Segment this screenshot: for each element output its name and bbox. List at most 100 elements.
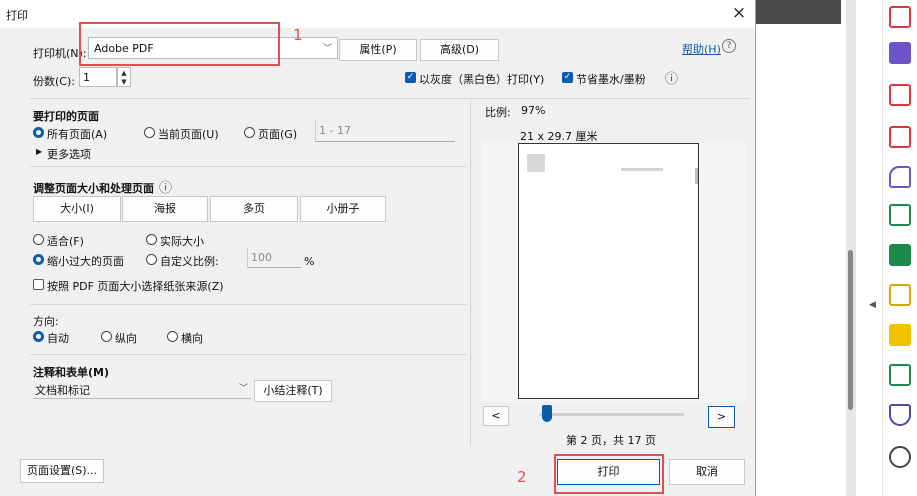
copies-input[interactable]: 1: [79, 67, 117, 87]
protect-icon[interactable]: [889, 404, 911, 426]
actual-size-label: 实际大小: [160, 235, 204, 248]
all-pages-radio[interactable]: [33, 127, 44, 138]
page-range-input[interactable]: 1 - 17: [315, 120, 455, 142]
orientation-auto-label: 自动: [47, 332, 69, 345]
comments-section: 注释和表单(M) 文档和标记 ﹀ 小结注释(T): [30, 360, 467, 410]
copies-stepper[interactable]: ▲ ▼: [117, 67, 131, 87]
tools-sidebar: [882, 0, 917, 496]
app-scroll-thumb[interactable]: [848, 250, 853, 410]
pages-label: 页面(G): [258, 128, 298, 141]
shrink-oversized-radio[interactable]: [33, 254, 44, 265]
stepper-up-icon[interactable]: ▲: [118, 68, 130, 78]
orientation-auto-radio[interactable]: [33, 331, 44, 342]
grayscale-label: 以灰度（黑白色）打印(Y): [419, 73, 545, 86]
tab-poster[interactable]: 海报: [122, 196, 208, 222]
page-range-value: 1 - 17: [319, 124, 351, 137]
annotation-marker-2: 2: [517, 468, 527, 486]
info-icon[interactable]: ⓘ: [665, 68, 678, 87]
size-info-icon[interactable]: ⓘ: [159, 177, 172, 196]
page-status: 第 2 页，共 17 页: [566, 434, 656, 447]
orientation-section: 方向: 自动 纵向 横向: [30, 308, 467, 355]
save-ink-checkbox[interactable]: ✓: [562, 72, 573, 83]
pages-radio[interactable]: [244, 127, 255, 138]
add-pdf-icon[interactable]: [889, 204, 911, 226]
orientation-portrait-label: 纵向: [115, 332, 137, 345]
preview-page: [518, 143, 699, 399]
shrink-oversized-label: 缩小过大的页面: [47, 255, 124, 268]
stepper-down-icon[interactable]: ▼: [118, 78, 130, 87]
comments-select-value: 文档和标记: [35, 384, 90, 397]
orientation-landscape-radio[interactable]: [167, 331, 178, 342]
preview-scale-value: 97%: [521, 104, 546, 117]
send-comments-icon[interactable]: [889, 284, 911, 306]
dialog-title: 打印: [6, 9, 28, 22]
choose-source-label: 按照 PDF 页面大小选择纸张来源(Z): [47, 280, 224, 293]
more-tools-icon[interactable]: [889, 446, 911, 468]
comment-icon[interactable]: [889, 324, 911, 346]
annotation-box-2: [554, 454, 664, 494]
advanced-button[interactable]: 高级(D): [420, 39, 499, 61]
pages-section: 要打印的页面 所有页面(A) 当前页面(U) 页面(G) 1 - 17 ▶ 更多…: [30, 102, 467, 167]
chevron-down-icon: ﹀: [239, 384, 249, 394]
choose-source-checkbox[interactable]: [33, 279, 44, 290]
custom-scale-label: 自定义比例:: [160, 255, 219, 268]
organize-pages-icon[interactable]: [889, 84, 911, 106]
help-icon[interactable]: ?: [722, 39, 736, 53]
edit-pdf-icon[interactable]: [889, 126, 911, 148]
export-pdf-icon[interactable]: [889, 42, 911, 64]
app-background-area: [756, 24, 841, 496]
preview-panel: [482, 142, 746, 402]
expand-triangle-icon[interactable]: ▶: [36, 147, 42, 156]
panel-separator: [470, 100, 471, 445]
current-page-radio[interactable]: [144, 127, 155, 138]
properties-button[interactable]: 属性(P): [339, 39, 417, 61]
preview-scrollbar[interactable]: [695, 168, 698, 184]
copies-value: 1: [83, 71, 90, 84]
orientation-portrait-radio[interactable]: [101, 331, 112, 342]
close-icon[interactable]: ×: [729, 3, 749, 23]
compress-pdf-icon[interactable]: [889, 244, 911, 266]
actual-size-radio[interactable]: [146, 234, 157, 245]
comments-select[interactable]: 文档和标记 ﹀: [33, 380, 251, 399]
print-production-icon[interactable]: [889, 364, 911, 386]
print-dialog: 打印 × 打印机(N): Adobe PDF ﹀ 属性(P) 高级(D) 帮助(…: [0, 0, 756, 496]
page-slider-thumb[interactable]: [542, 405, 552, 422]
annotation-box-1: [79, 22, 280, 66]
comments-section-title: 注释和表单(M): [33, 366, 110, 379]
custom-scale-value: 100: [251, 251, 272, 264]
fit-radio[interactable]: [33, 234, 44, 245]
annotation-marker-1: 1: [293, 26, 303, 44]
app-background-topbar: [755, 0, 841, 24]
preview-content-line: [621, 168, 663, 171]
preview-scale-label: 比例:: [485, 106, 511, 119]
help-link[interactable]: 帮助(H): [682, 41, 721, 57]
custom-scale-input[interactable]: 100: [247, 248, 301, 268]
cancel-button[interactable]: 取消: [669, 459, 745, 485]
tab-size[interactable]: 大小(I): [33, 196, 121, 222]
pdf-create-icon[interactable]: [889, 6, 911, 28]
orientation-landscape-label: 横向: [181, 332, 203, 345]
custom-scale-radio[interactable]: [146, 254, 157, 265]
all-pages-label: 所有页面(A): [47, 128, 108, 141]
orientation-title: 方向:: [33, 315, 59, 328]
pages-section-title: 要打印的页面: [33, 110, 99, 123]
current-page-label: 当前页面(U): [158, 128, 219, 141]
sidebar-collapse-icon[interactable]: ◀: [869, 300, 876, 310]
fit-label: 适合(F): [47, 235, 84, 248]
chevron-down-icon: ﹀: [323, 44, 333, 54]
summarize-comments-button[interactable]: 小结注释(T): [254, 380, 332, 402]
page-slider-track[interactable]: [540, 413, 684, 416]
prev-page-button[interactable]: <: [483, 406, 509, 426]
size-section: 调整页面大小和处理页面 ⓘ 大小(I) 海报 多页 小册子 适合(F) 实际大小…: [30, 172, 467, 305]
app-scroll-track[interactable]: [846, 0, 856, 496]
save-ink-label: 节省墨水/墨粉: [576, 73, 646, 86]
next-page-button[interactable]: >: [708, 406, 735, 428]
page-setup-button[interactable]: 页面设置(S)...: [20, 459, 104, 483]
fill-sign-icon[interactable]: [889, 166, 911, 188]
tab-booklet[interactable]: 小册子: [300, 196, 386, 222]
top-divider: [30, 98, 750, 99]
more-options-link[interactable]: 更多选项: [47, 146, 91, 162]
grayscale-checkbox[interactable]: ✓: [405, 72, 416, 83]
preview-content-block: [527, 154, 545, 172]
tab-multiple[interactable]: 多页: [210, 196, 298, 222]
